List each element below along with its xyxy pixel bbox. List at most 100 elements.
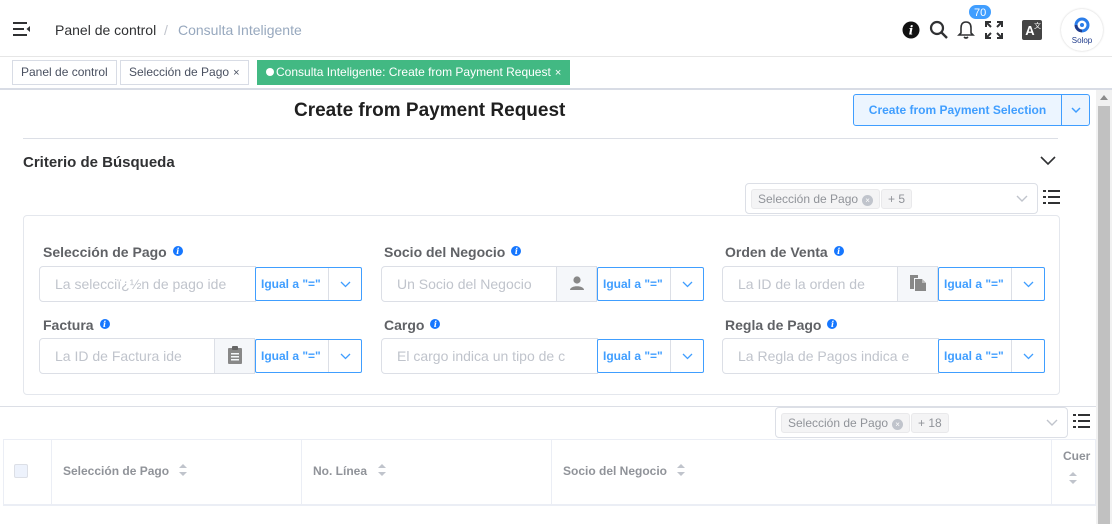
regla-pago-input[interactable]: [723, 339, 938, 373]
translate-icon[interactable]: A 文: [1022, 20, 1042, 40]
column-label: Cuer: [1063, 449, 1091, 463]
fullscreen-icon[interactable]: [985, 21, 1003, 39]
chip-label: Selección de Pago: [788, 416, 889, 430]
dropdown-toggle[interactable]: [1061, 95, 1089, 125]
operator-select[interactable]: Igual a "=": [255, 339, 362, 373]
chevron-down-icon[interactable]: [1040, 154, 1056, 166]
operator-select[interactable]: Igual a "=": [255, 267, 362, 301]
breadcrumb-home[interactable]: Panel de control: [55, 22, 156, 38]
user-avatar[interactable]: Solop: [1061, 9, 1103, 51]
info-icon[interactable]: i: [99, 319, 110, 329]
operator-label: Igual a "=": [944, 277, 1004, 291]
info-icon[interactable]: i: [827, 319, 838, 329]
operator-label: Igual a "=": [944, 349, 1004, 363]
socio-negocio-input[interactable]: [382, 267, 557, 301]
divider: [23, 138, 1058, 139]
tab-consulta-inteligente[interactable]: Consulta Inteligente: Create from Paymen…: [257, 60, 571, 85]
operator-caret: [1011, 268, 1044, 300]
chevron-down-icon: [1016, 195, 1028, 202]
sort-icon[interactable]: [1068, 471, 1078, 485]
field-label-seleccion-pago: Selección de Pago i: [43, 244, 183, 260]
operator-select[interactable]: Igual a "=": [938, 267, 1045, 301]
sort-icon[interactable]: [377, 463, 387, 477]
column-chip: Selección de Pago ×: [781, 413, 911, 433]
info-icon[interactable]: i: [511, 246, 522, 256]
operator-select[interactable]: Igual a "=": [597, 339, 704, 373]
sort-icon[interactable]: [676, 463, 686, 477]
active-dot-icon: [266, 68, 274, 76]
field-label-cargo: Cargo i: [384, 317, 441, 333]
chevron-down-icon: [1071, 107, 1081, 114]
operator-select[interactable]: Igual a "=": [938, 339, 1045, 373]
tab-label: Selección de Pago: [129, 65, 230, 79]
create-from-selection-button[interactable]: Create from Payment Selection: [854, 95, 1061, 125]
search-criteria-title: Criterio de Búsqueda: [23, 154, 175, 171]
orden-venta-field[interactable]: [722, 266, 938, 302]
field-label-factura: Factura i: [43, 317, 110, 333]
chip-label: Selección de Pago: [758, 192, 859, 206]
info-icon[interactable]: i: [902, 21, 920, 39]
results-table-header: Selección de Pago No. Línea Socio del Ne…: [3, 439, 1096, 505]
orden-venta-input[interactable]: [723, 267, 898, 301]
close-icon[interactable]: ×: [233, 67, 239, 79]
column-header-seleccion-pago[interactable]: Selección de Pago: [52, 440, 302, 504]
user-icon: [570, 276, 584, 290]
chevron-down-icon: [1046, 419, 1058, 426]
select-all-checkbox[interactable]: [14, 464, 28, 478]
scroll-up-arrow-icon[interactable]: [1100, 95, 1108, 100]
chevron-down-icon: [682, 353, 693, 360]
column-label: No. Línea: [313, 464, 368, 478]
operator-label: Igual a "=": [603, 277, 663, 291]
tab-panel-de-control[interactable]: Panel de control: [12, 60, 117, 85]
svg-text:文: 文: [1034, 21, 1041, 30]
svg-text:i: i: [909, 24, 914, 38]
info-icon[interactable]: i: [430, 319, 441, 329]
regla-pago-field[interactable]: [722, 338, 939, 374]
field-label-regla-pago: Regla de Pago i: [725, 317, 838, 333]
avatar-label: Solop: [1071, 36, 1093, 45]
operator-caret: [328, 268, 361, 300]
seleccion-pago-input[interactable]: [40, 267, 255, 301]
column-header-cuenta[interactable]: Cuer: [1052, 440, 1097, 504]
search-icon[interactable]: [929, 20, 949, 40]
menu-fold-icon[interactable]: [13, 21, 31, 37]
page-title: Create from Payment Request: [294, 100, 566, 121]
column-label: Socio del Negocio: [563, 464, 668, 478]
column-header-socio-negocio[interactable]: Socio del Negocio: [552, 440, 1052, 504]
factura-input[interactable]: [40, 339, 215, 373]
breadcrumb-current: Consulta Inteligente: [178, 22, 302, 38]
chevron-down-icon: [1023, 353, 1034, 360]
field-label-socio-negocio: Socio del Negocio i: [384, 244, 522, 260]
sort-icon[interactable]: [178, 463, 188, 477]
column-header-no-linea[interactable]: No. Línea: [302, 440, 552, 504]
operator-select[interactable]: Igual a "=": [597, 267, 704, 301]
documents-icon: [910, 275, 926, 291]
list-settings-icon[interactable]: [1043, 189, 1060, 205]
cargo-field[interactable]: [381, 338, 598, 374]
socio-negocio-search-button[interactable]: [556, 267, 596, 301]
bell-icon[interactable]: [957, 20, 975, 40]
factura-search-button[interactable]: [214, 339, 254, 373]
tab-label: Consulta Inteligente: Create from Paymen…: [276, 65, 551, 79]
tab-seleccion-de-pago[interactable]: Selección de Pago ×: [120, 60, 249, 85]
seleccion-pago-field[interactable]: [39, 266, 256, 302]
chevron-down-icon: [340, 353, 351, 360]
socio-negocio-field[interactable]: [381, 266, 597, 302]
scrollbar-thumb[interactable]: [1098, 106, 1110, 524]
operator-label: Igual a "=": [261, 277, 321, 291]
info-icon[interactable]: i: [833, 246, 844, 256]
info-icon[interactable]: i: [172, 246, 183, 256]
close-icon[interactable]: ×: [555, 67, 561, 79]
solop-logo-icon: [1074, 17, 1090, 33]
factura-field[interactable]: [39, 338, 255, 374]
column-selector[interactable]: Selección de Pago × + 18: [775, 407, 1068, 438]
chevron-down-icon: [1023, 281, 1034, 288]
create-from-selection-dropdown[interactable]: Create from Payment Selection: [853, 94, 1090, 126]
chip-close-icon[interactable]: ×: [862, 195, 874, 206]
list-settings-icon[interactable]: [1073, 413, 1090, 429]
cargo-input[interactable]: [382, 339, 597, 373]
orden-venta-search-button[interactable]: [897, 267, 937, 301]
vertical-scrollbar[interactable]: [1096, 90, 1112, 524]
chip-close-icon[interactable]: ×: [892, 419, 904, 430]
search-field-selector[interactable]: Selección de Pago × + 5: [745, 183, 1038, 214]
